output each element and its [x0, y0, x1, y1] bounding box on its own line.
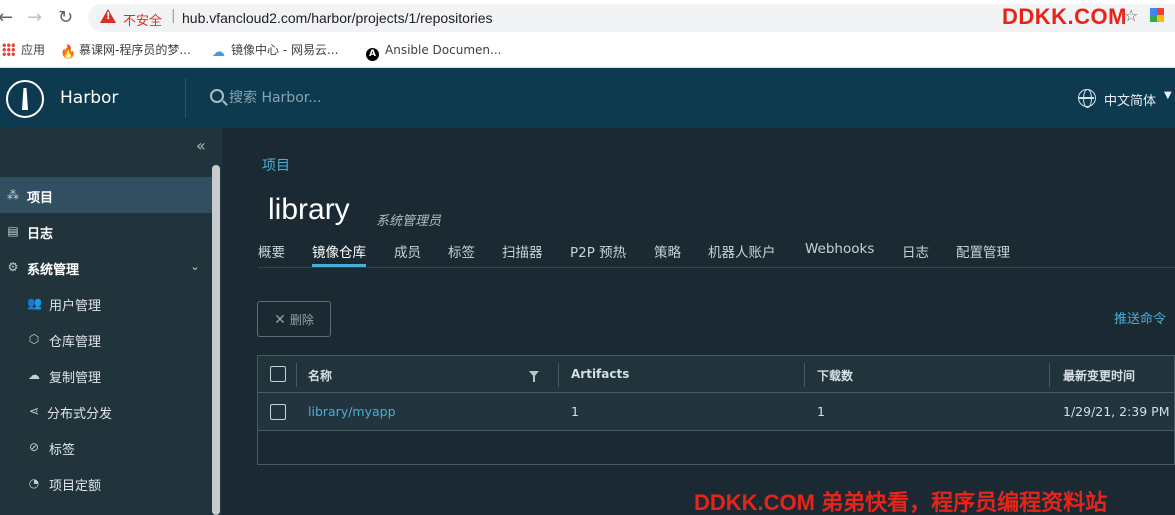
registry-icon: ⬡: [28, 332, 40, 346]
url-separator: |: [171, 8, 176, 24]
distribution-icon: ⋖: [28, 404, 40, 418]
artifacts-count: 1: [571, 404, 579, 419]
globe-icon[interactable]: [1078, 89, 1096, 108]
app-header: [0, 68, 1175, 128]
update-time: 1/29/21, 2:39 PM: [1063, 404, 1170, 419]
header-divider: [185, 78, 186, 118]
quota-icon: ◔: [28, 476, 40, 490]
tab-labels[interactable]: 标签: [448, 241, 475, 267]
extension-icon[interactable]: [1150, 8, 1164, 22]
close-icon: ✕: [274, 311, 286, 328]
url-text[interactable]: hub.vfancloud2.com/harbor/projects/1/rep…: [182, 10, 493, 26]
watermark-bottom: DDKK.COM 弟弟快看，程序员编程资料站: [694, 490, 1108, 515]
push-command-link[interactable]: 推送命令: [1114, 308, 1166, 327]
warning-icon: [100, 9, 116, 23]
reload-icon[interactable]: ↻: [58, 8, 73, 28]
table-row[interactable]: library/myapp 1 1 1/29/21, 2:39 PM: [258, 393, 1174, 431]
tag-icon: ⊘: [28, 440, 40, 454]
pull-count: 1: [817, 404, 825, 419]
insecure-label: 不安全: [123, 14, 163, 29]
select-all-checkbox[interactable]: [270, 366, 286, 382]
sidebar-item-logs[interactable]: ▤ 日志: [0, 213, 212, 249]
sidebar-item-labels[interactable]: ⊘ 标签: [0, 429, 212, 465]
tab-logs[interactable]: 日志: [902, 241, 929, 267]
sidebar-scrollbar[interactable]: [212, 165, 220, 515]
column-updated[interactable]: 最新变更时间: [1063, 367, 1135, 384]
tab-robot-accounts[interactable]: 机器人账户: [708, 241, 776, 267]
tab-repositories[interactable]: 镜像仓库: [312, 241, 366, 267]
column-divider: [1049, 363, 1050, 387]
tab-summary[interactable]: 概要: [258, 241, 285, 267]
back-icon[interactable]: ←: [0, 8, 13, 28]
chevron-down-icon: ⌄: [190, 260, 200, 273]
forward-icon[interactable]: →: [27, 8, 42, 28]
bookmark-star-icon[interactable]: ☆: [1124, 6, 1138, 25]
tabs-underline: [258, 267, 1175, 268]
logs-icon: ▤: [7, 224, 19, 238]
users-icon: 👥: [27, 296, 42, 310]
sidebar-item-distributions[interactable]: ⋖ 分布式分发: [0, 393, 212, 429]
repository-name-link[interactable]: library/myapp: [308, 404, 396, 419]
user-role: 系统管理员: [376, 214, 442, 229]
tab-members[interactable]: 成员: [394, 241, 421, 267]
browser-toolbar: ← → ↻ 不安全 | hub.vfancloud2.com/harbor/pr…: [0, 0, 1175, 36]
projects-icon: ⁂: [7, 188, 19, 202]
column-divider: [558, 363, 559, 387]
bookmark-netease[interactable]: ☁ 镜像中心 - 网易云...: [212, 42, 338, 60]
search-icon: [210, 89, 224, 103]
sidebar-item-quotas[interactable]: ◔ 项目定额: [0, 465, 212, 501]
bookmark-imooc[interactable]: 🔥 慕课网-程序员的梦...: [60, 42, 191, 60]
collapse-sidebar-icon[interactable]: «: [196, 136, 206, 155]
column-pulls[interactable]: 下载数: [817, 367, 853, 384]
search-input[interactable]: [229, 86, 429, 110]
column-name[interactable]: 名称: [308, 367, 332, 384]
column-artifacts[interactable]: Artifacts: [571, 367, 629, 381]
ansible-icon: A: [366, 48, 379, 61]
chevron-down-icon[interactable]: ▼: [1164, 90, 1172, 101]
repositories-table: 名称 Artifacts 下载数 最新变更时间 library/myapp 1 …: [257, 355, 1175, 465]
column-divider: [804, 363, 805, 387]
harbor-logo-icon[interactable]: [6, 80, 44, 118]
tab-configuration[interactable]: 配置管理: [956, 241, 1010, 267]
replication-icon: ☁: [28, 368, 40, 382]
watermark-top: DDKK.COM: [1002, 4, 1127, 29]
cloud-icon: ☁: [212, 45, 225, 60]
tab-webhooks[interactable]: Webhooks: [805, 241, 874, 267]
filter-icon[interactable]: [529, 371, 539, 382]
sidebar-item-admin[interactable]: ⚙ 系统管理 ⌄: [0, 249, 212, 285]
sidebar-item-replications[interactable]: ☁ 复制管理: [0, 357, 212, 393]
bookmark-ansible[interactable]: A Ansible Documen...: [366, 42, 501, 61]
imooc-icon: 🔥: [60, 45, 77, 60]
tab-policy[interactable]: 策略: [654, 241, 681, 267]
page-title: library: [268, 193, 350, 226]
sidebar-item-projects[interactable]: ⁂ 项目: [0, 177, 212, 213]
sidebar-item-users[interactable]: 👥 用户管理: [0, 285, 212, 321]
breadcrumb[interactable]: 项目: [262, 155, 290, 175]
admin-icon: ⚙: [7, 260, 19, 274]
language-selector[interactable]: 中文简体: [1104, 90, 1156, 109]
brand-name[interactable]: Harbor: [60, 88, 118, 108]
sidebar-item-registries[interactable]: ⬡ 仓库管理: [0, 321, 212, 357]
tab-p2p-preheat[interactable]: P2P 预热: [570, 241, 626, 267]
apps-grid-icon: [2, 43, 15, 56]
row-checkbox[interactable]: [270, 404, 286, 420]
bookmarks-bar: 应用 🔥 慕课网-程序员的梦... ☁ 镜像中心 - 网易云... A Ansible…: [0, 36, 1175, 68]
table-header: 名称 Artifacts 下载数 最新变更时间: [258, 356, 1174, 393]
tab-scanner[interactable]: 扫描器: [502, 241, 543, 267]
delete-button[interactable]: ✕ 删除: [257, 301, 331, 337]
column-divider: [296, 363, 297, 387]
bookmark-apps[interactable]: 应用: [2, 42, 45, 58]
